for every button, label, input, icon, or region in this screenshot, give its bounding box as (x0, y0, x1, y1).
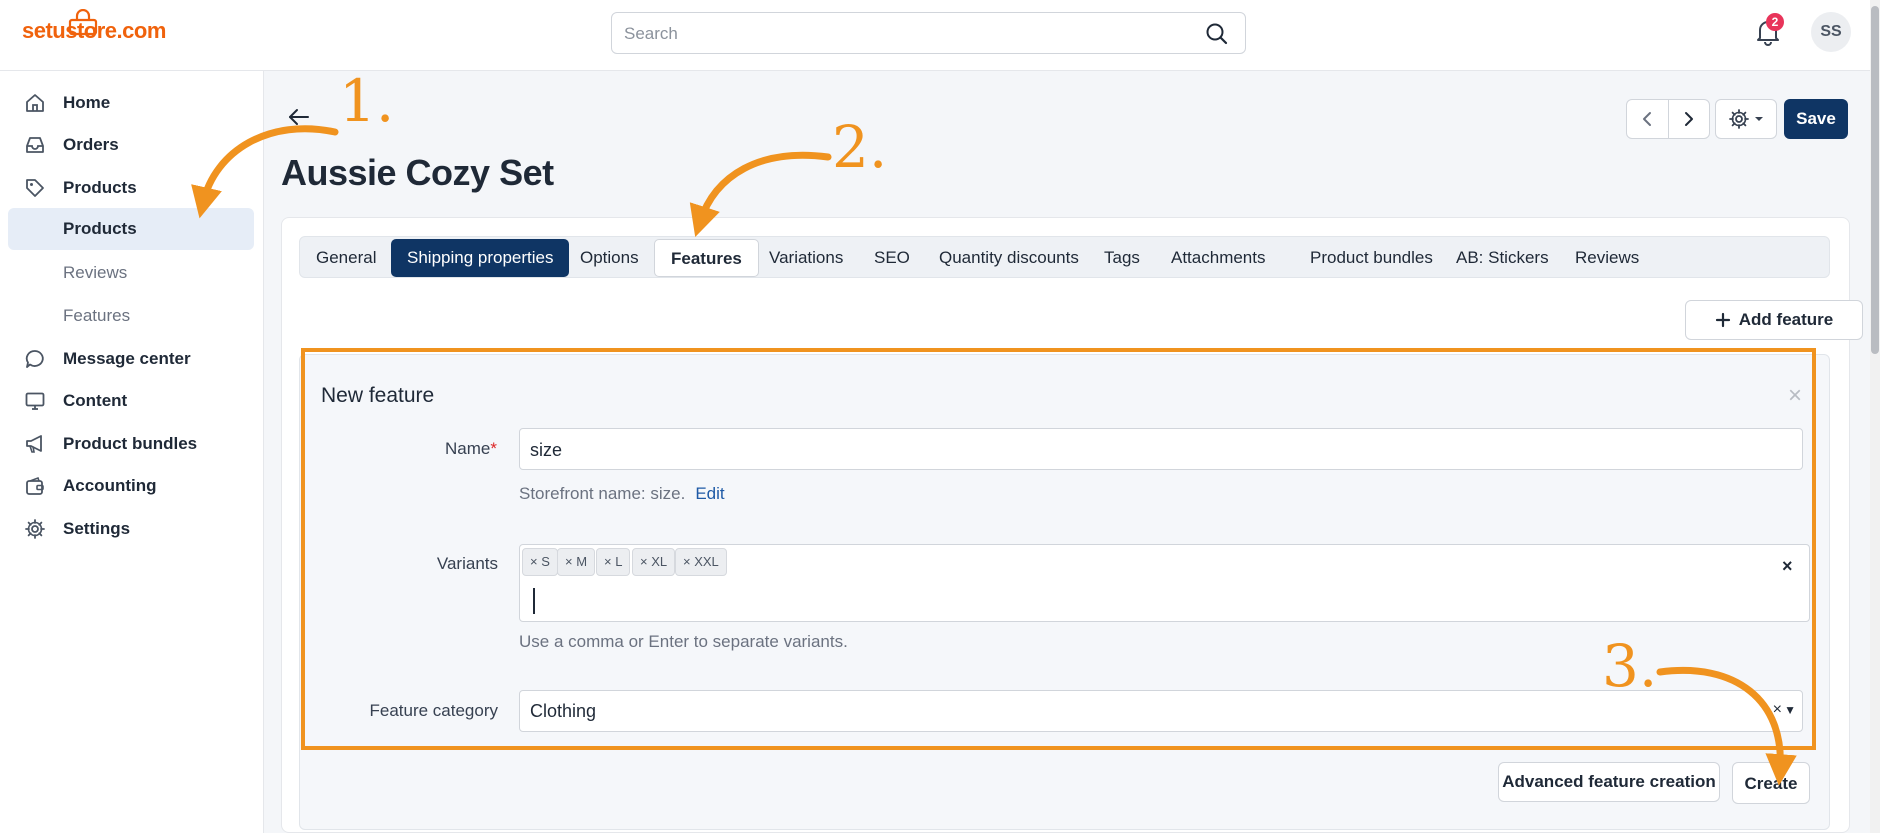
search-bar[interactable] (611, 12, 1246, 54)
clear-category-icon[interactable]: × (1773, 701, 1782, 719)
add-feature-label: Add feature (1738, 310, 1834, 329)
sidebar: Home Orders Products Products Reviews Fe… (0, 71, 264, 833)
shopping-bag-icon (68, 9, 98, 36)
avatar[interactable]: SS (1811, 12, 1851, 52)
variants-input[interactable]: × S × M × L × XL × XXL (519, 544, 1810, 622)
sidebar-item-label: Product bundles (63, 434, 198, 453)
sidebar-item-products[interactable]: Products (8, 167, 254, 209)
variant-chip[interactable]: × XXL (675, 548, 727, 576)
tag-icon (26, 179, 44, 197)
search-input[interactable] (622, 22, 1182, 46)
sidebar-item-label: Accounting (63, 476, 157, 495)
page-scrollbar[interactable] (1870, 0, 1880, 833)
tab-attachments[interactable]: Attachments (1155, 239, 1282, 277)
tab-reviews[interactable]: Reviews (1559, 239, 1655, 277)
prev-next-group (1626, 99, 1710, 139)
sidebar-item-settings[interactable]: Settings (8, 508, 254, 550)
text-caret (533, 588, 535, 614)
save-button[interactable]: Save (1784, 99, 1848, 139)
feature-name-input[interactable] (528, 438, 1788, 462)
tab-seo[interactable]: SEO (858, 239, 926, 277)
chat-icon (25, 350, 44, 368)
sidebar-item-product-bundles[interactable]: Product bundles (8, 423, 254, 465)
next-product-button[interactable] (1667, 100, 1709, 138)
variant-chip[interactable]: × L (596, 548, 631, 576)
sidebar-item-label: Settings (63, 519, 131, 538)
home-icon (26, 94, 44, 112)
name-label-text: Name (445, 439, 491, 458)
annotation-step-1: 1. (339, 67, 395, 135)
create-button[interactable]: Create (1732, 762, 1810, 804)
plus-icon (1715, 312, 1730, 328)
feature-name-field[interactable] (519, 428, 1803, 470)
prev-product-button[interactable] (1627, 100, 1668, 138)
name-label: Name* (297, 439, 497, 459)
monitor-icon (25, 392, 45, 410)
tab-shipping-properties[interactable]: Shipping properties (391, 239, 570, 277)
sidebar-item-home[interactable]: Home (8, 82, 254, 124)
wallet-icon (26, 476, 44, 495)
caret-down-icon (1755, 117, 1763, 121)
back-arrow-icon[interactable] (286, 105, 312, 129)
tab-general[interactable]: General (300, 239, 392, 277)
sidebar-subitem-reviews[interactable]: Reviews (8, 252, 254, 294)
logo[interactable]: setustore.com (22, 9, 166, 44)
close-icon[interactable]: × (1788, 384, 1802, 408)
variant-chip[interactable]: × M (557, 548, 596, 576)
gear-icon (1729, 109, 1749, 129)
sidebar-item-label: Features (63, 306, 131, 325)
tab-ab-stickers[interactable]: AB: Stickers (1440, 239, 1565, 277)
dropdown-arrow-icon[interactable]: ▼ (1784, 703, 1796, 717)
feature-category-label: Feature category (369, 701, 498, 720)
storefront-name-hint: Storefront name: size. Edit (519, 484, 725, 504)
page-title: Aussie Cozy Set (281, 152, 554, 193)
gear-icon (25, 519, 45, 539)
tab-quantity-discounts[interactable]: Quantity discounts (923, 239, 1095, 277)
tab-tags[interactable]: Tags (1088, 239, 1156, 277)
sidebar-item-label: Reviews (63, 263, 128, 282)
tab-product-bundles[interactable]: Product bundles (1294, 239, 1449, 277)
variant-chip[interactable]: × XL (632, 548, 676, 576)
megaphone-icon (26, 435, 42, 453)
settings-dropdown-button[interactable] (1715, 99, 1777, 139)
top-bar: setustore.com 2 SS (0, 0, 1870, 71)
sidebar-item-label: Message center (63, 349, 191, 368)
add-feature-button[interactable]: Add feature (1685, 300, 1863, 340)
sidebar-item-message-center[interactable]: Message center (8, 338, 254, 380)
inbox-icon (26, 137, 44, 153)
annotation-step-2: 2. (832, 113, 888, 181)
sidebar-item-orders[interactable]: Orders (8, 124, 254, 166)
storefront-name-text: Storefront name: size. (519, 484, 686, 503)
panel-title: New feature (321, 384, 435, 407)
sidebar-item-content[interactable]: Content (8, 380, 254, 422)
variant-chip[interactable]: × S (522, 548, 558, 576)
tab-variations[interactable]: Variations (753, 239, 859, 277)
sidebar-subitem-features[interactable]: Features (8, 295, 254, 337)
sidebar-subitem-products[interactable]: Products (8, 208, 254, 250)
sidebar-item-label: Content (63, 391, 128, 410)
search-icon[interactable] (1205, 22, 1229, 46)
sidebar-item-label: Orders (63, 135, 119, 154)
sidebar-item-label: Home (63, 93, 111, 112)
clear-variants-icon[interactable]: × (1782, 556, 1793, 577)
variants-label: Variants (436, 554, 498, 573)
scrollbar-thumb[interactable] (1871, 6, 1879, 354)
notification-badge: 2 (1766, 13, 1784, 31)
edit-storefront-link[interactable]: Edit (695, 484, 724, 503)
tab-bar: General Shipping properties Options Feat… (299, 236, 1830, 278)
variants-help-text: Use a comma or Enter to separate variant… (519, 632, 848, 651)
annotation-arrow-2 (689, 151, 832, 238)
chevron-left-icon (1643, 112, 1652, 126)
tab-options[interactable]: Options (564, 239, 655, 277)
chevron-right-icon (1684, 112, 1693, 126)
required-mark: * (490, 439, 497, 458)
sidebar-item-label: Products (63, 178, 137, 197)
sidebar-item-accounting[interactable]: Accounting (8, 465, 254, 507)
tab-features[interactable]: Features (654, 239, 759, 277)
feature-category-value: Clothing (530, 701, 597, 721)
annotation-step-3: 3. (1602, 632, 1658, 700)
sidebar-item-label: Products (63, 219, 137, 238)
advanced-feature-creation-button[interactable]: Advanced feature creation (1498, 762, 1720, 802)
